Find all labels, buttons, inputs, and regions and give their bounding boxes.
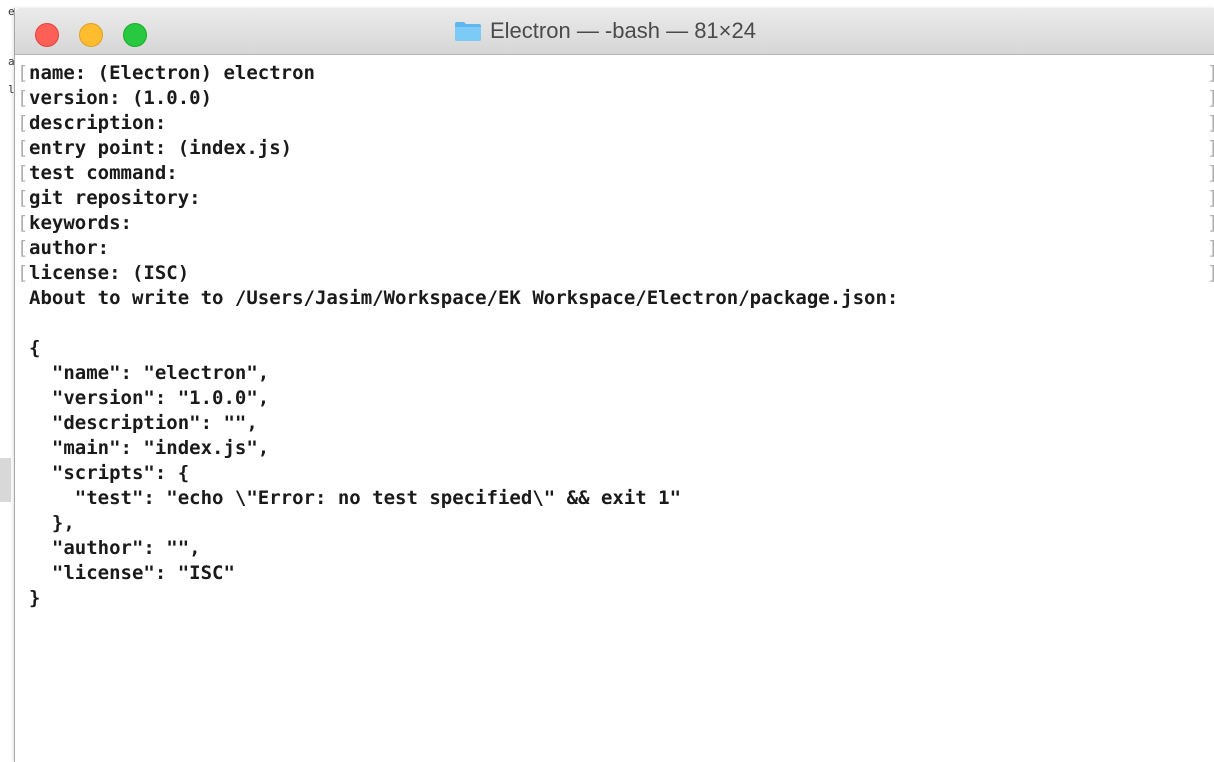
output-line: "name": "electron", (29, 362, 270, 384)
mark-bracket-right: ] (1207, 86, 1214, 111)
output-line: "description": "", (29, 412, 258, 434)
output-line: "scripts": { (29, 462, 190, 484)
prompt-line: description: (29, 112, 167, 134)
terminal-window: Electron — -bash — 81×24 [ name: (Electr… (14, 8, 1214, 762)
mark-bracket-left: [ (17, 237, 29, 259)
output-line: "main": "index.js", (29, 437, 270, 459)
maximize-button[interactable] (123, 23, 147, 47)
mark-bracket-right: ] (1207, 186, 1214, 211)
prompt-line: author: (29, 237, 110, 259)
mark-bracket-left: [ (17, 262, 29, 284)
title-bar[interactable]: Electron — -bash — 81×24 (15, 8, 1214, 55)
window-title: Electron — -bash — 81×24 (490, 18, 756, 43)
mark-bracket-left: [ (17, 162, 29, 184)
mark-bracket-right: ] (1207, 111, 1214, 136)
output-line: About to write to /Users/Jasim/Workspace… (29, 287, 899, 309)
prompt-line: name: (Electron) electron (29, 62, 315, 84)
output-line: }, (29, 512, 75, 534)
output-line: "version": "1.0.0", (29, 387, 270, 409)
output-line: "license": "ISC" (29, 562, 235, 584)
close-button[interactable] (35, 23, 59, 47)
background-window-edge (0, 458, 11, 502)
prompt-line: git repository: (29, 187, 201, 209)
mark-bracket-left: [ (17, 112, 29, 134)
mark-bracket-left: [ (17, 187, 29, 209)
mark-bracket-left: [ (17, 87, 29, 109)
output-line: } (29, 587, 41, 609)
prompt-line: entry point: (index.js) (29, 137, 293, 159)
mark-bracket-right: ] (1207, 211, 1214, 236)
mark-bracket-right: ] (1207, 236, 1214, 261)
minimize-button[interactable] (79, 23, 103, 47)
mark-bracket-left: [ (17, 137, 29, 159)
mark-bracket-right: ] (1207, 161, 1214, 186)
mark-bracket-left: [ (17, 62, 29, 84)
mark-bracket-right: ] (1207, 136, 1214, 161)
mark-bracket-left: [ (17, 212, 29, 234)
prompt-line: license: (ISC) (29, 262, 190, 284)
mark-bracket-right: ] (1207, 61, 1214, 86)
mark-bracket-right: ] (1207, 261, 1214, 286)
prompt-line: test command: (29, 162, 178, 184)
output-line: "author": "", (29, 537, 201, 559)
folder-icon (454, 20, 482, 42)
output-line: { (29, 337, 41, 359)
terminal-content[interactable]: [ name: (Electron) electron ] [ version:… (15, 55, 1214, 762)
output-line: "test": "echo \"Error: no test specified… (29, 487, 682, 509)
prompt-line: keywords: (29, 212, 132, 234)
prompt-line: version: (1.0.0) (29, 87, 213, 109)
